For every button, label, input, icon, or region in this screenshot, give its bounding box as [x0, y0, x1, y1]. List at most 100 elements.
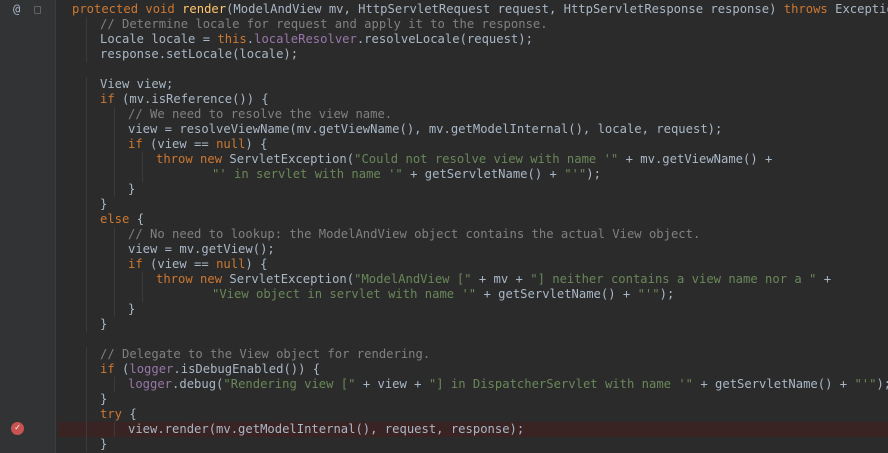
- code-token: (view ==: [150, 257, 217, 271]
- code-line[interactable]: }: [58, 392, 888, 407]
- code-line[interactable]: [58, 332, 888, 347]
- breakpoint-check-icon[interactable]: ✓: [11, 422, 24, 435]
- indent-guide: [86, 257, 87, 272]
- code-line[interactable]: }: [58, 302, 888, 317]
- code-editor[interactable]: @ ✓ protected void render(ModelAndView m…: [0, 0, 888, 453]
- indent-guide: [114, 137, 115, 152]
- indent-guide: [114, 242, 115, 257]
- code-token: }: [100, 197, 108, 211]
- code-line[interactable]: view = resolveViewName(mv.getViewName(),…: [58, 122, 888, 137]
- code-line[interactable]: if (mv.isReference()) {: [58, 92, 888, 107]
- indent-guide: [86, 182, 87, 197]
- code-line[interactable]: "' in servlet with name '" + getServletN…: [58, 167, 888, 182]
- code-line[interactable]: // Determine locale for request and appl…: [58, 17, 888, 32]
- code-line-content: protected void render(ModelAndView mv, H…: [72, 2, 888, 17]
- code-line[interactable]: view = mv.getView();: [58, 242, 888, 257]
- code-line-content: if (view == null) {: [128, 137, 267, 152]
- code-token: ) {: [245, 137, 268, 151]
- indent-guide: [114, 167, 115, 182]
- indent-guide: [142, 272, 143, 287]
- code-token: + getServletName() +: [402, 167, 565, 181]
- code-token: if: [100, 92, 123, 106]
- code-token: View view;: [100, 77, 174, 91]
- code-area[interactable]: protected void render(ModelAndView mv, H…: [58, 2, 888, 452]
- at-sign-icon[interactable]: @: [13, 2, 20, 17]
- code-line-content: throw new ServletException("ModelAndView…: [156, 272, 831, 287]
- code-line-content: Locale locale = this.localeResolver.reso…: [100, 32, 533, 47]
- code-line[interactable]: // We need to resolve the view name.: [58, 107, 888, 122]
- code-line[interactable]: if (logger.isDebugEnabled()) {: [58, 362, 888, 377]
- code-line[interactable]: Locale locale = this.localeResolver.reso…: [58, 32, 888, 47]
- code-token: (ModelAndView mv, HttpServletRequest req…: [226, 2, 784, 16]
- code-line-content: // Determine locale for request and appl…: [100, 17, 548, 32]
- code-line[interactable]: }: [58, 437, 888, 452]
- code-line[interactable]: }: [58, 182, 888, 197]
- code-token: // Determine locale for request and appl…: [100, 17, 548, 31]
- fold-marker-icon[interactable]: [34, 6, 41, 14]
- code-token: ServletException(: [229, 272, 355, 286]
- code-line-content: try {: [100, 407, 137, 422]
- code-line[interactable]: }: [58, 317, 888, 332]
- code-token: "' in servlet with name '": [212, 167, 403, 181]
- indent-guide: [86, 107, 87, 122]
- code-line[interactable]: }: [58, 197, 888, 212]
- code-line[interactable]: "View object in servlet with name '" + g…: [58, 287, 888, 302]
- code-token: // Delegate to the View object for rende…: [100, 347, 431, 361]
- code-token: ServletException(: [229, 152, 355, 166]
- indent-guide: [142, 152, 143, 167]
- code-line-content: if (mv.isReference()) {: [100, 92, 269, 107]
- indent-guide: [114, 302, 115, 317]
- code-line-content: }: [100, 392, 107, 407]
- indent-guide: [86, 407, 87, 422]
- indent-guide: [86, 167, 87, 182]
- code-line-content: }: [128, 182, 135, 197]
- code-token: // We need to resolve the view name.: [128, 107, 393, 121]
- code-token: "] in DispatcherServlet with name '": [428, 377, 694, 391]
- code-token: );: [659, 287, 675, 301]
- code-line-content: // We need to resolve the view name.: [128, 107, 392, 122]
- code-token: "Could not resolve view with name '": [354, 152, 619, 166]
- code-line-content: view = resolveViewName(mv.getViewName(),…: [128, 122, 722, 137]
- code-line-content: // No need to lookup: the ModelAndView o…: [128, 227, 700, 242]
- code-token: }: [100, 392, 108, 406]
- code-token: protected void: [72, 2, 183, 16]
- code-token: if: [128, 257, 151, 271]
- code-token: if: [128, 137, 151, 151]
- code-line-content: "' in servlet with name '" + getServletN…: [212, 167, 601, 182]
- indent-guide: [86, 242, 87, 257]
- indent-guide: [86, 317, 87, 332]
- code-line[interactable]: if (view == null) {: [58, 137, 888, 152]
- code-token: throws: [783, 2, 836, 16]
- code-line[interactable]: else {: [58, 212, 888, 227]
- indent-guide: [86, 392, 87, 407]
- editor-gutter[interactable]: @ ✓: [0, 0, 56, 453]
- code-line[interactable]: throw new ServletException("ModelAndView…: [58, 272, 888, 287]
- code-line[interactable]: try {: [58, 407, 888, 422]
- code-line-breakpoint[interactable]: view.render(mv.getModelInternal(), reque…: [58, 422, 888, 437]
- code-token: + getServletName() +: [476, 287, 638, 301]
- code-line-content: // Delegate to the View object for rende…: [100, 347, 430, 362]
- code-token: ) {: [245, 257, 268, 271]
- code-line[interactable]: [58, 62, 888, 77]
- code-line[interactable]: // No need to lookup: the ModelAndView o…: [58, 227, 888, 242]
- code-token: "'": [564, 167, 587, 181]
- code-token: // No need to lookup: the ModelAndView o…: [128, 227, 701, 241]
- indent-guide: [114, 152, 115, 167]
- code-token: +: [816, 272, 832, 286]
- code-token: null: [216, 257, 246, 271]
- code-token: + mv +: [471, 272, 531, 286]
- code-line[interactable]: protected void render(ModelAndView mv, H…: [58, 2, 888, 17]
- code-line-content: }: [100, 197, 107, 212]
- code-line[interactable]: response.setLocale(locale);: [58, 47, 888, 62]
- indent-guide: [114, 182, 115, 197]
- code-line[interactable]: throw new ServletException("Could not re…: [58, 152, 888, 167]
- indent-guide: [114, 422, 115, 437]
- code-line[interactable]: // Delegate to the View object for rende…: [58, 347, 888, 362]
- code-line[interactable]: View view;: [58, 77, 888, 92]
- code-line[interactable]: logger.debug("Rendering view [" + view +…: [58, 377, 888, 392]
- indent-guide: [86, 197, 87, 212]
- code-token: else: [100, 212, 137, 226]
- code-token: view.render(mv.getModelInternal(), reque…: [128, 422, 525, 436]
- code-token: if: [100, 362, 123, 376]
- code-line[interactable]: if (view == null) {: [58, 257, 888, 272]
